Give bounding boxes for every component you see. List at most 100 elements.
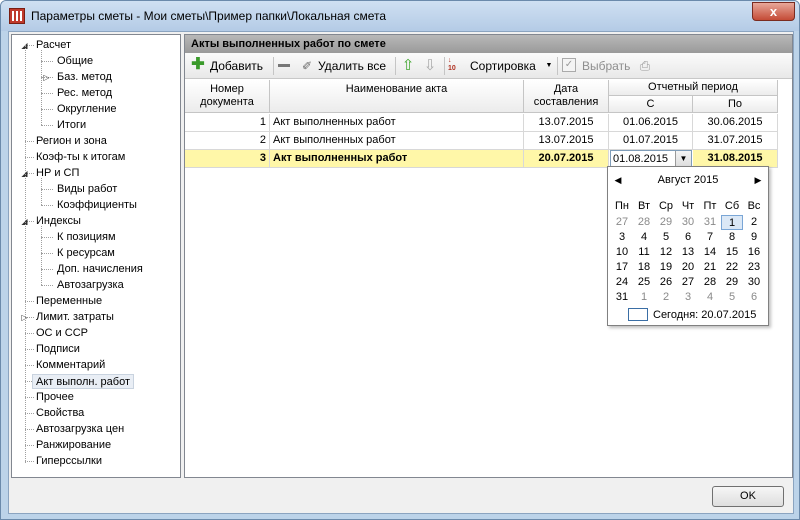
- next-month-icon[interactable]: ▶: [753, 175, 763, 186]
- tree-item[interactable]: Подписи: [36, 342, 80, 357]
- delete-all-button[interactable]: Удалить все: [318, 57, 386, 75]
- calendar-day[interactable]: 13: [677, 245, 699, 260]
- calendar-day[interactable]: 4: [633, 230, 655, 245]
- table-cell-date[interactable]: 13.07.2015: [524, 114, 609, 132]
- calendar-day[interactable]: 1: [633, 290, 655, 305]
- select-button[interactable]: Выбрать: [582, 57, 630, 75]
- table-cell-to[interactable]: 30.06.2015: [693, 114, 778, 132]
- tree-item[interactable]: Лимит. затраты: [36, 310, 114, 325]
- tree-item[interactable]: Коэффициенты: [57, 198, 137, 213]
- table-cell-num[interactable]: 3: [185, 150, 270, 168]
- calendar-day[interactable]: 27: [611, 215, 633, 230]
- ok-button[interactable]: OK: [712, 486, 784, 507]
- column-header-from[interactable]: С: [609, 96, 693, 113]
- calendar-day[interactable]: 12: [655, 245, 677, 260]
- table-cell-num[interactable]: 1: [185, 114, 270, 132]
- minus-icon[interactable]: [278, 64, 290, 67]
- tree-item[interactable]: Итоги: [57, 118, 86, 133]
- calendar-day[interactable]: 8: [721, 230, 743, 245]
- calendar-day[interactable]: 22: [721, 260, 743, 275]
- calendar-day[interactable]: 20: [677, 260, 699, 275]
- tree-item[interactable]: Автозагрузка: [57, 278, 124, 293]
- move-down-icon[interactable]: ⇩: [422, 58, 438, 74]
- tree-item[interactable]: К ресурсам: [57, 246, 115, 261]
- column-header-name[interactable]: Наименование акта: [270, 80, 524, 113]
- today-button[interactable]: Сегодня: 20.07.2015: [653, 309, 756, 321]
- tree-item[interactable]: Индексы: [36, 214, 81, 229]
- tree-item[interactable]: Регион и зона: [36, 134, 107, 149]
- table-cell-to[interactable]: 31.07.2015: [693, 132, 778, 150]
- table-cell-from[interactable]: 01.06.2015: [609, 114, 693, 132]
- tree-item[interactable]: Ранжирование: [36, 438, 111, 453]
- tree-item[interactable]: Гиперссылки: [36, 454, 102, 469]
- calendar-day[interactable]: 4: [699, 290, 721, 305]
- calendar-day[interactable]: 21: [699, 260, 721, 275]
- calendar-day[interactable]: 15: [721, 245, 743, 260]
- table-cell-num[interactable]: 2: [185, 132, 270, 150]
- tree-item[interactable]: К позициям: [57, 230, 116, 245]
- calendar-day[interactable]: 3: [611, 230, 633, 245]
- calendar-day[interactable]: 23: [743, 260, 765, 275]
- tree-item[interactable]: Виды работ: [57, 182, 117, 197]
- table-cell-date[interactable]: 20.07.2015: [524, 150, 609, 168]
- calendar-day[interactable]: 31: [699, 215, 721, 230]
- calendar-day[interactable]: 28: [633, 215, 655, 230]
- close-button[interactable]: x: [752, 2, 795, 21]
- calendar-day[interactable]: 30: [677, 215, 699, 230]
- table-cell-date[interactable]: 13.07.2015: [524, 132, 609, 150]
- move-up-icon[interactable]: ⇧: [400, 58, 416, 74]
- column-header-number[interactable]: Номер документа: [185, 80, 270, 113]
- calendar-day[interactable]: 11: [633, 245, 655, 260]
- calendar-day[interactable]: 31: [611, 290, 633, 305]
- calendar-day[interactable]: 30: [743, 275, 765, 290]
- column-header-date[interactable]: Дата составления: [524, 80, 609, 113]
- tree-item[interactable]: Коэф-ты к итогам: [36, 150, 125, 165]
- table-cell-name[interactable]: Акт выполненных работ: [270, 132, 524, 150]
- calendar-day[interactable]: 16: [743, 245, 765, 260]
- title-bar[interactable]: Параметры сметы - Мои сметы\Пример папки…: [1, 1, 799, 31]
- calendar-day[interactable]: 19: [655, 260, 677, 275]
- tree-item[interactable]: Свойства: [36, 406, 84, 421]
- table-cell-from[interactable]: 01.07.2015: [609, 132, 693, 150]
- calendar-day[interactable]: 6: [677, 230, 699, 245]
- tree-expand-icon[interactable]: ▷: [42, 73, 51, 82]
- calendar-day[interactable]: 25: [633, 275, 655, 290]
- chevron-down-icon[interactable]: ▼: [675, 151, 691, 167]
- calendar-day[interactable]: 7: [699, 230, 721, 245]
- tree-item[interactable]: Округление: [57, 102, 117, 117]
- export-icon[interactable]: ⎙: [637, 58, 653, 74]
- tree-item[interactable]: ОС и ССР: [36, 326, 88, 341]
- table-cell-name[interactable]: Акт выполненных работ: [270, 150, 524, 168]
- tree-item[interactable]: Прочее: [36, 390, 74, 405]
- column-header-to[interactable]: По: [693, 96, 778, 113]
- tree-item[interactable]: Общие: [57, 54, 93, 69]
- tree-item[interactable]: Комментарий: [36, 358, 105, 373]
- calendar-day[interactable]: 17: [611, 260, 633, 275]
- calendar-day[interactable]: 14: [699, 245, 721, 260]
- calendar-day[interactable]: 10: [611, 245, 633, 260]
- tree-item[interactable]: Баз. метод: [57, 70, 112, 85]
- calendar-day[interactable]: 29: [721, 275, 743, 290]
- calendar-day[interactable]: 9: [743, 230, 765, 245]
- calendar-day[interactable]: 3: [677, 290, 699, 305]
- tree-item[interactable]: Автозагрузка цен: [36, 422, 124, 437]
- calendar-day[interactable]: 24: [611, 275, 633, 290]
- sort-button[interactable]: Сортировка: [470, 57, 536, 75]
- calendar-day[interactable]: 18: [633, 260, 655, 275]
- calendar-day[interactable]: 5: [655, 230, 677, 245]
- calendar-day[interactable]: 2: [655, 290, 677, 305]
- calendar-day[interactable]: 28: [699, 275, 721, 290]
- calendar-day[interactable]: 5: [721, 290, 743, 305]
- tree-item[interactable]: Рес. метод: [57, 86, 112, 101]
- calendar-day[interactable]: 27: [677, 275, 699, 290]
- calendar-day[interactable]: 6: [743, 290, 765, 305]
- chevron-down-icon[interactable]: ▼: [541, 58, 557, 74]
- calendar-day[interactable]: 2: [743, 215, 765, 230]
- tree-item[interactable]: Переменные: [36, 294, 102, 309]
- tree-item[interactable]: Акт выполн. работ: [32, 374, 135, 389]
- tree-item[interactable]: Доп. начисления: [57, 262, 143, 277]
- calendar-day[interactable]: 1: [721, 215, 743, 230]
- table-cell-name[interactable]: Акт выполненных работ: [270, 114, 524, 132]
- tree-item[interactable]: НР и СП: [36, 166, 79, 181]
- add-button[interactable]: Добавить: [210, 57, 263, 75]
